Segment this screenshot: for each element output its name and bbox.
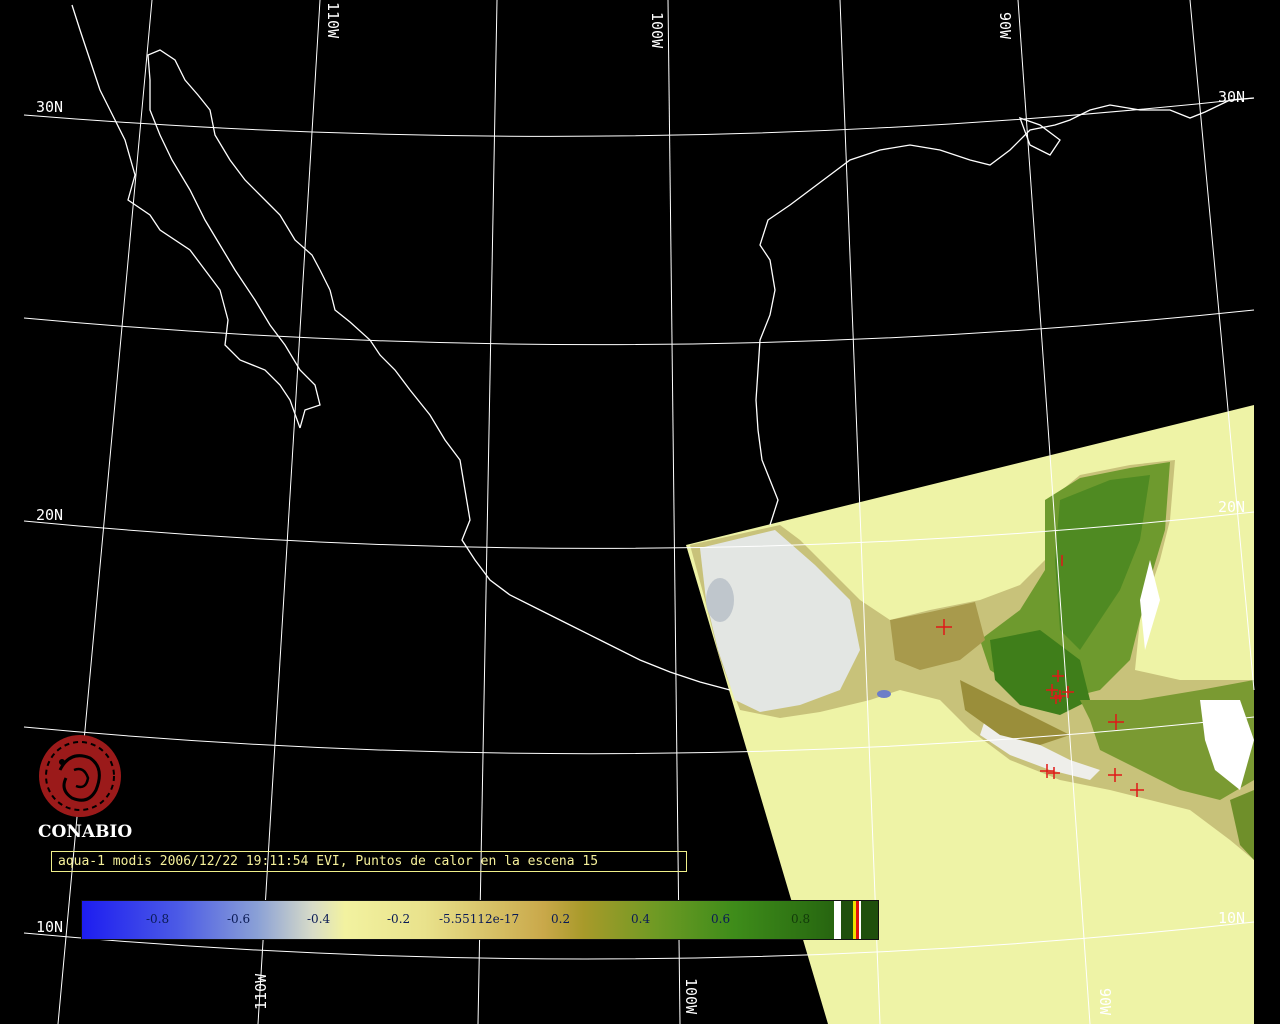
grid-label-20n-left: 20N	[36, 506, 63, 524]
grid-label-10n-left: 10N	[36, 918, 63, 936]
logo-text: CONABIO	[38, 822, 133, 842]
colorbar-label: 0.4	[631, 912, 651, 926]
grid-label-110w-top: 110W	[324, 2, 342, 39]
grid-label-110w-bottom: 110W	[252, 973, 270, 1010]
colorbar-stripe-green	[841, 901, 853, 939]
colorbar-label: -0.4	[307, 912, 331, 926]
grid-label-100w-bottom: 100W	[682, 978, 700, 1015]
conabio-logo	[39, 735, 121, 817]
grid-label-20n-right: 20N	[1218, 498, 1245, 516]
grid-label-90w-bottom: 90W	[1096, 988, 1114, 1016]
colorbar-label: -5.55112e-17	[439, 912, 520, 926]
scene-caption: aqua-1 modis 2006/12/22 19:11:54 EVI, Pu…	[51, 851, 687, 872]
grid-label-30n-left: 30N	[36, 98, 63, 116]
colorbar-label: -0.6	[227, 912, 251, 926]
grid-label-100w-top: 100W	[648, 12, 666, 49]
grid-label-30n-right: 30N	[1218, 88, 1245, 106]
colorbar-label: 0.8	[791, 912, 811, 926]
evi-colorbar: -0.8 -0.6 -0.4 -0.2 -5.55112e-17 0.2 0.4…	[81, 900, 879, 940]
colorbar-special-values	[834, 901, 878, 939]
grid-label-10n-right: 10N	[1218, 909, 1245, 927]
colorbar-label: 0.6	[711, 912, 731, 926]
colorbar-stripe-white-2	[859, 901, 861, 939]
colorbar-label: -0.2	[387, 912, 411, 926]
colorbar-stripe-white	[834, 901, 841, 939]
colorbar-label: -0.8	[146, 912, 170, 926]
grid-label-90w-top: 90W	[996, 12, 1014, 40]
colorbar-label: 0.2	[551, 912, 571, 926]
